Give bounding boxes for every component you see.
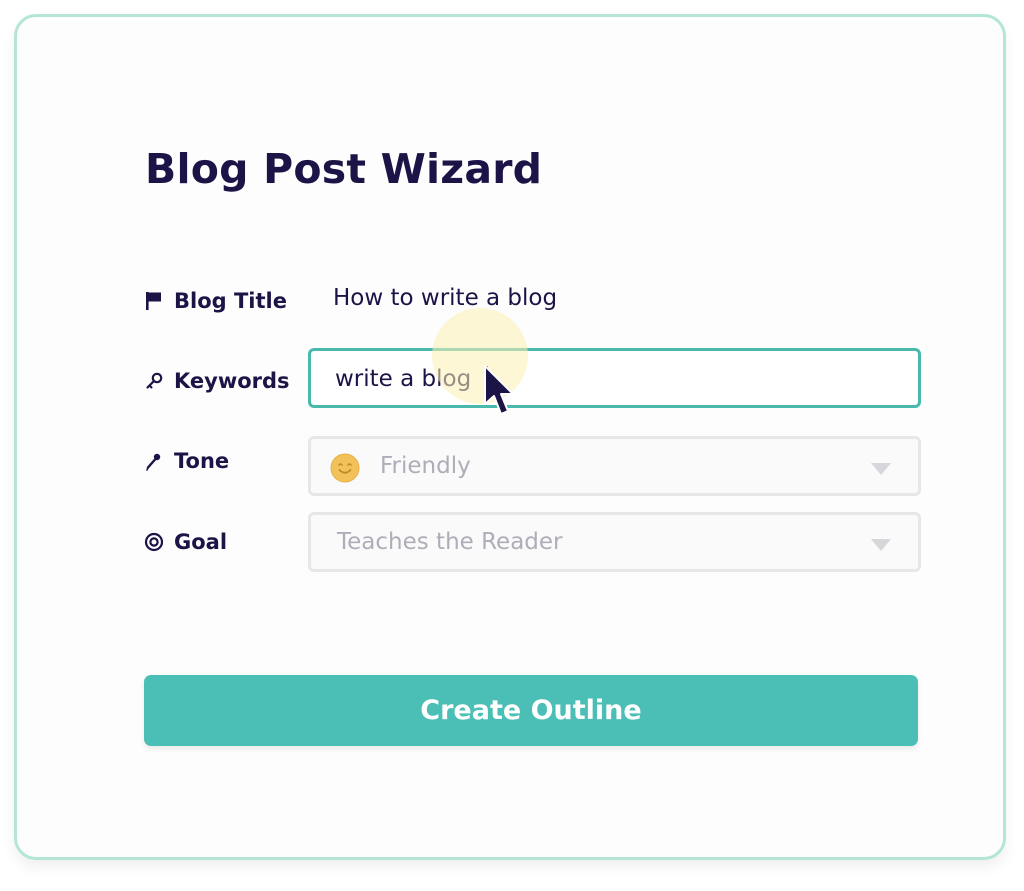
microphone-icon <box>143 450 165 472</box>
tone-select[interactable]: Friendly <box>308 436 921 496</box>
goal-label: Goal <box>143 527 227 557</box>
goal-label-text: Goal <box>174 530 228 554</box>
chevron-down-icon <box>871 463 891 475</box>
keywords-field[interactable] <box>308 348 921 408</box>
blog-title-label-text: Blog Title <box>174 289 287 313</box>
key-icon <box>143 370 165 392</box>
keywords-label-text: Keywords <box>174 369 290 393</box>
blog-title-label: Blog Title <box>143 286 287 316</box>
goal-selected-value: Teaches the Reader <box>337 529 563 555</box>
tone-label-text: Tone <box>174 449 230 473</box>
text-caret <box>486 366 488 396</box>
wizard-card: Blog Post Wizard Blog Title How to write… <box>14 14 1006 860</box>
blog-title-value: How to write a blog <box>333 285 558 311</box>
page-title: Blog Post Wizard <box>145 145 543 193</box>
target-icon <box>143 531 165 553</box>
chevron-down-icon <box>871 539 891 551</box>
tone-selected-value: Friendly <box>380 453 471 479</box>
tone-label: Tone <box>143 446 229 476</box>
keywords-input[interactable] <box>335 362 875 396</box>
flag-icon <box>143 290 165 312</box>
smiley-icon <box>330 453 360 483</box>
keywords-label: Keywords <box>143 366 290 396</box>
create-outline-button[interactable]: Create Outline <box>144 675 918 746</box>
goal-select[interactable]: Teaches the Reader <box>308 512 921 572</box>
